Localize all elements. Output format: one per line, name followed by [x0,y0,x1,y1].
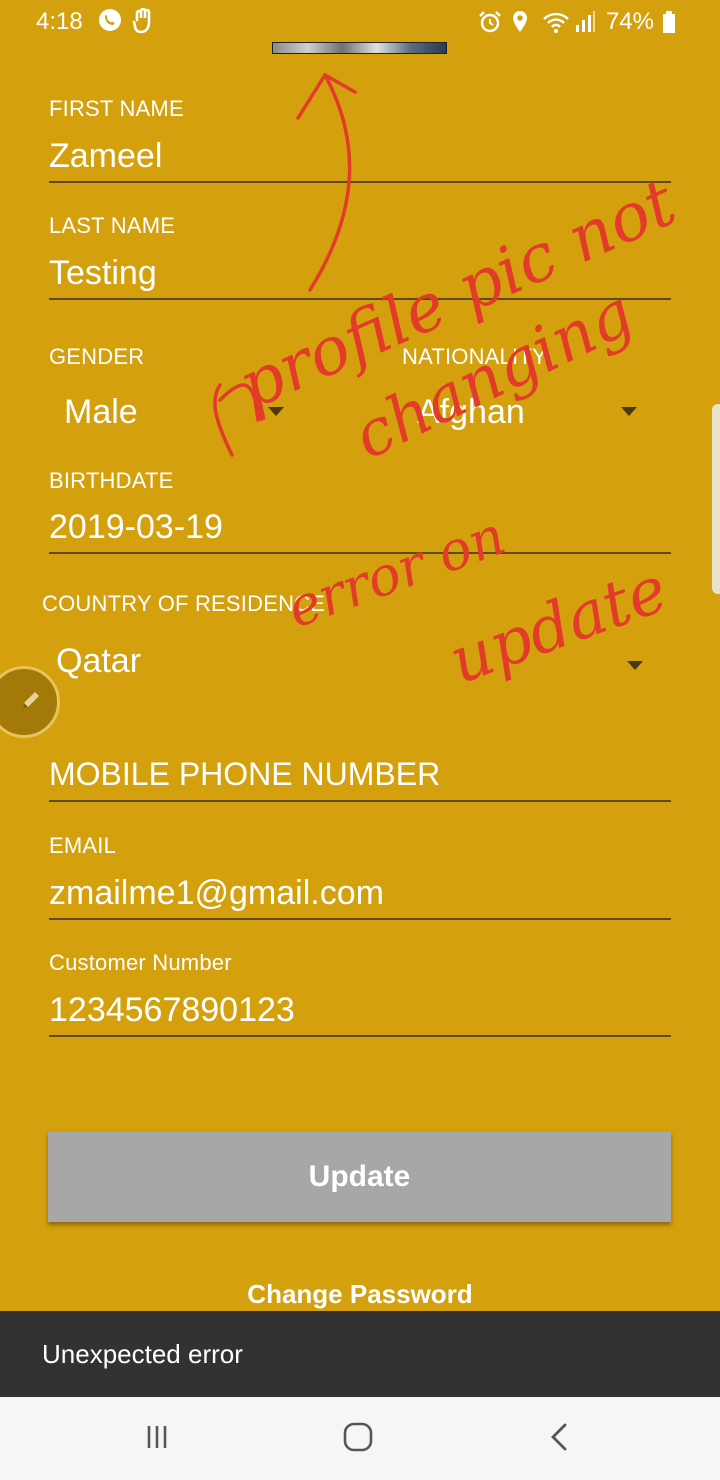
nationality-value: Afghan [417,393,525,431]
first-name-label: FIRST NAME [49,96,184,121]
battery-icon [662,10,686,34]
gender-value: Male [64,393,138,431]
home-button[interactable] [328,1417,388,1461]
status-bar: 4:18 74% [0,0,720,44]
home-icon [342,1421,374,1458]
country-select[interactable]: Qatar [42,632,662,692]
mobile-phone-underline [49,800,671,802]
country-dropdown-arrow-icon [627,661,643,670]
change-password-link[interactable]: Change Password [0,1279,720,1310]
recent-apps-icon [143,1423,171,1456]
last-name-underline [49,298,671,300]
error-snackbar: Unexpected error [0,1311,720,1397]
birthdate-field[interactable]: 2019-03-19 [49,508,223,547]
customer-number-underline [49,1035,671,1037]
customer-number-field[interactable]: 1234567890123 [49,991,295,1030]
email-underline [49,918,671,920]
system-icons: 74% [478,8,686,36]
status-time: 4:18 [36,8,83,35]
battery-percent: 74% [605,8,654,35]
email-label: EMAIL [49,833,117,858]
recent-apps-button[interactable] [127,1417,187,1461]
nationality-label: NATIONALITY [402,344,547,369]
last-name-field[interactable]: Testing [49,254,157,293]
profile-picture[interactable] [272,42,447,54]
birthdate-underline [49,552,671,554]
email-field[interactable]: zmailme1@gmail.com [49,874,384,913]
birthdate-label: BIRTHDATE [49,468,174,493]
pencil-icon [19,688,43,717]
wifi-icon [542,10,569,34]
country-label: COUNTRY OF RESIDENCE [42,591,326,616]
location-icon [510,10,534,34]
gender-select[interactable]: Male [49,385,299,445]
update-button[interactable]: Update [48,1132,671,1222]
nationality-dropdown-arrow-icon [621,407,637,416]
first-name-field[interactable]: Zameel [49,137,162,176]
first-name-underline [49,181,671,183]
hand-icon [132,7,156,34]
scroll-handle[interactable] [712,404,720,594]
back-button[interactable] [529,1417,589,1461]
mobile-phone-field[interactable]: MOBILE PHONE NUMBER [49,756,440,793]
alarm-icon [478,10,502,34]
navigation-bar [0,1397,720,1480]
gender-label: GENDER [49,344,145,369]
back-icon [548,1422,570,1457]
nationality-select[interactable]: Afghan [402,385,652,445]
last-name-label: LAST NAME [49,213,176,238]
snackbar-message: Unexpected error [42,1339,243,1369]
annotation-line-3: error on [279,504,513,641]
notification-icons [98,7,156,34]
annotation-arrow-head [296,73,357,120]
signal-icon [574,10,598,34]
gender-dropdown-arrow-icon [268,407,284,416]
whatsapp-icon [98,8,122,32]
customer-number-label: Customer Number [49,950,232,975]
country-value: Qatar [56,642,142,680]
